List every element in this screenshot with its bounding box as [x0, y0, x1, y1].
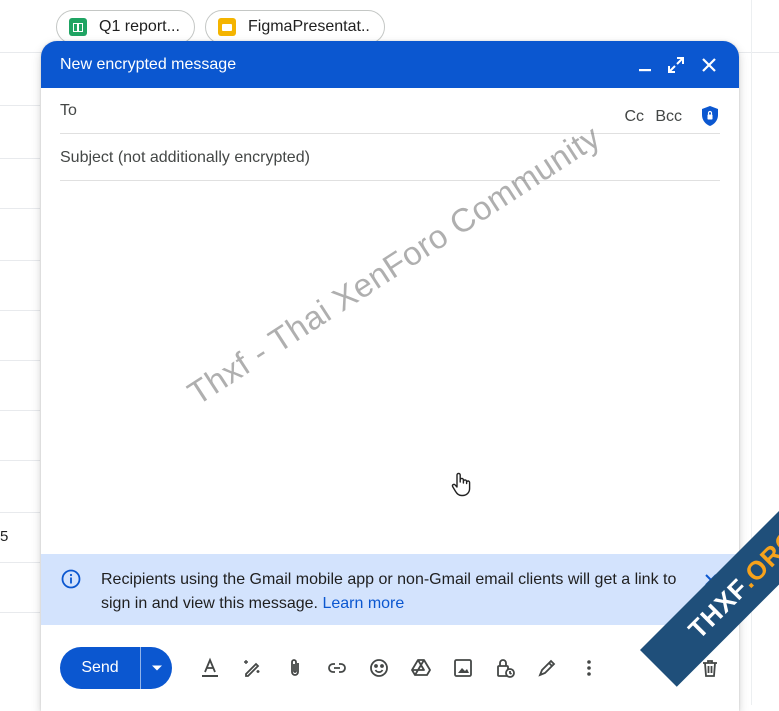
background-row-line — [0, 512, 40, 513]
subject-placeholder: Subject (not additionally encrypted) — [60, 149, 310, 166]
encryption-shield-icon[interactable] — [700, 105, 720, 127]
info-icon — [61, 569, 81, 589]
background-row-line — [0, 310, 40, 311]
sheets-icon — [69, 18, 87, 36]
message-body[interactable]: Thxf - Thai XenForo Community — [41, 118, 739, 553]
chip-label: FigmaPresentat.. — [248, 18, 370, 35]
schedule-send-dropdown[interactable] — [141, 647, 172, 689]
background-row-line — [0, 105, 40, 106]
background-row-line — [0, 360, 40, 361]
chip-label: Q1 report... — [99, 18, 180, 35]
confidential-lock-icon[interactable] — [494, 657, 516, 679]
subject-field[interactable]: Subject (not additionally encrypted) — [60, 133, 720, 181]
compose-toolbar: Send — [41, 625, 739, 711]
close-icon[interactable] — [697, 53, 721, 77]
link-icon[interactable] — [326, 657, 348, 679]
drive-icon[interactable] — [410, 657, 432, 679]
info-message: Recipients using the Gmail mobile app or… — [101, 568, 691, 616]
compose-title: New encrypted message — [60, 56, 237, 73]
to-label: To — [60, 102, 77, 119]
compose-window: New encrypted message To Cc Bcc Subject … — [41, 41, 739, 711]
send-button[interactable]: Send — [60, 647, 140, 689]
slides-icon — [218, 18, 236, 36]
learn-more-link[interactable]: Learn more — [322, 595, 404, 612]
emoji-icon[interactable] — [368, 657, 390, 679]
background-row-line — [0, 562, 40, 563]
image-icon[interactable] — [452, 657, 474, 679]
encryption-info-banner: Recipients using the Gmail mobile app or… — [41, 554, 739, 625]
background-row-line — [0, 158, 40, 159]
attachment-chip-q1-report[interactable]: Q1 report... — [56, 10, 195, 44]
to-field[interactable]: To Cc Bcc — [60, 88, 720, 134]
background-row-line — [0, 612, 40, 613]
more-options-icon[interactable] — [578, 657, 600, 679]
hand-cursor-icon — [450, 471, 472, 497]
fullscreen-icon[interactable] — [664, 53, 688, 77]
background-row-line — [0, 410, 40, 411]
signature-icon[interactable] — [536, 657, 558, 679]
send-button-group: Send — [60, 647, 172, 689]
compose-header[interactable]: New encrypted message — [41, 41, 739, 88]
background-row-line — [0, 208, 40, 209]
format-text-icon[interactable] — [199, 657, 221, 679]
caret-down-icon — [151, 665, 162, 671]
background-row-line — [0, 460, 40, 461]
background-row-number: 5 — [0, 528, 9, 545]
magic-pen-icon[interactable] — [241, 657, 263, 679]
cc-button[interactable]: Cc — [624, 108, 644, 126]
background-row-line — [0, 260, 40, 261]
bcc-button[interactable]: Bcc — [655, 108, 682, 126]
attach-icon[interactable] — [284, 657, 306, 679]
attachment-chip-figma-presentation[interactable]: FigmaPresentat.. — [205, 10, 385, 44]
minimize-icon[interactable] — [633, 53, 657, 77]
